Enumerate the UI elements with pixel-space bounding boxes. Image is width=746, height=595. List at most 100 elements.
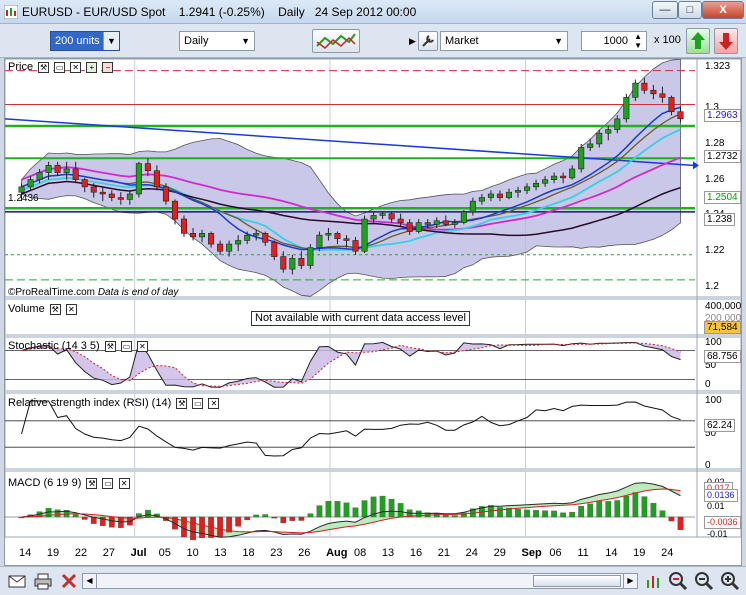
window-icon[interactable]: ▭ <box>120 340 132 352</box>
close-icon[interactable]: ✕ <box>208 397 220 409</box>
x-axis-tick: 24 <box>661 547 674 559</box>
close-button[interactable]: X <box>702 1 744 19</box>
minimize-button[interactable]: — <box>652 1 678 19</box>
price-axis-tick: 1.28 <box>705 137 725 149</box>
volume-axis-tick: 400,000 <box>705 301 742 312</box>
zoom-fit-icon[interactable] <box>668 571 688 591</box>
scrollbar-thumb[interactable] <box>533 575 621 587</box>
wrench-icon[interactable] <box>418 31 438 51</box>
watermark: ©ProRealTime.com Data is end of day <box>8 287 178 298</box>
candle-body <box>524 186 531 191</box>
multiplier-label: x 100 <box>654 34 681 46</box>
candle-body <box>217 243 224 252</box>
indicators-button[interactable] <box>312 29 360 53</box>
mail-icon[interactable] <box>8 573 26 589</box>
wrench-icon[interactable]: ⚒ <box>86 477 98 489</box>
window-icon[interactable]: ▭ <box>192 397 204 409</box>
macd-histogram-bar <box>271 516 278 519</box>
candle-body <box>153 170 160 188</box>
candle-body <box>659 93 666 98</box>
stepper-arrows-icon[interactable]: ▲ ▼ <box>634 32 642 50</box>
chevron-down-icon: ▼ <box>554 36 563 46</box>
candle-body <box>641 82 648 91</box>
zoom-in-icon[interactable] <box>720 571 740 591</box>
candle-body <box>307 247 314 266</box>
macd-histogram-bar <box>325 501 332 518</box>
candle-body <box>623 97 630 120</box>
chart-settings-icon[interactable] <box>644 572 662 590</box>
close-icon[interactable]: ✕ <box>65 303 77 315</box>
timeframe-select[interactable]: Daily ▼ <box>179 31 255 51</box>
macd-histogram-bar <box>316 505 323 518</box>
indicator-series <box>5 341 695 541</box>
arrow-right-icon[interactable]: ▶ <box>409 36 416 47</box>
macd-histogram-bar <box>379 495 386 518</box>
macd-panel-label: MACD (6 19 9) <box>8 477 82 489</box>
candle-body <box>190 233 197 238</box>
x-axis-tick: 14 <box>605 547 618 559</box>
buy-button[interactable] <box>686 28 710 54</box>
price-axis-tick: 1.22 <box>705 245 725 257</box>
print-icon[interactable] <box>34 572 52 590</box>
window-icon[interactable]: ▭ <box>54 61 66 73</box>
wrench-icon[interactable]: ⚒ <box>104 340 116 352</box>
macd-histogram-bar <box>677 516 684 530</box>
macd-histogram-bar <box>569 511 576 518</box>
macd-histogram-bar <box>497 507 503 518</box>
horizontal-scrollbar[interactable]: ◀ ▶ <box>82 573 638 589</box>
candle-body <box>253 233 260 236</box>
x-axis-tick: 06 <box>549 547 562 559</box>
x-axis-tick: 23 <box>270 547 283 559</box>
x-axis-tick: 14 <box>19 547 32 559</box>
chevron-down-icon: ▼ <box>103 32 119 50</box>
scroll-left-icon[interactable]: ◀ <box>83 574 97 588</box>
candle-body <box>460 211 467 223</box>
x-axis-tick: 27 <box>102 547 115 559</box>
candle-body <box>415 222 422 232</box>
candle-body <box>478 197 485 202</box>
candle-body <box>388 213 395 220</box>
macd-histogram-bar <box>397 503 404 518</box>
candle-body <box>343 238 350 241</box>
candle-body <box>451 222 458 225</box>
sell-button[interactable] <box>714 28 738 54</box>
instrument-datetime: 24 Sep 2012 00:00 <box>314 5 417 19</box>
price-panel-label: Price <box>8 61 34 73</box>
chart-zigzag-icon <box>316 33 356 49</box>
delete-icon[interactable] <box>60 572 78 590</box>
wrench-icon[interactable]: ⚒ <box>49 303 61 315</box>
quantity-stepper[interactable]: 1000 ▲ ▼ <box>581 31 647 51</box>
timeframe-value: Daily <box>184 35 209 47</box>
candle-body <box>632 82 639 98</box>
price-value-tag: 1.2963 <box>704 108 741 122</box>
macd-histogram-bar <box>623 495 630 518</box>
wrench-icon[interactable]: ⚒ <box>176 397 188 409</box>
window-icon[interactable]: ▭ <box>102 477 114 489</box>
scroll-right-icon[interactable]: ▶ <box>623 574 637 588</box>
wrench-icon[interactable]: ⚒ <box>38 61 50 73</box>
rsi-axis-tick: 100 <box>705 395 722 406</box>
stochastic-axis-tick: 100 <box>705 337 722 348</box>
close-icon[interactable]: ✕ <box>118 477 130 489</box>
order-type-select[interactable]: Market ▼ <box>440 31 568 51</box>
stochastic-axis-tick: 0 <box>705 379 711 390</box>
x-axis-tick: 29 <box>493 547 506 559</box>
price-axis-tick: 1.2 <box>705 281 719 292</box>
close-icon[interactable]: ✕ <box>136 340 148 352</box>
close-icon[interactable]: ✕ <box>70 61 82 73</box>
macd-histogram-bar <box>298 516 305 521</box>
zoom-out-icon[interactable]: − <box>102 61 114 73</box>
zoom-in-icon[interactable]: + <box>86 61 98 73</box>
macd-histogram-bar <box>54 509 61 518</box>
candle-body <box>433 220 440 225</box>
macd-histogram-bar <box>632 492 639 518</box>
maximize-button[interactable]: □ <box>678 1 702 19</box>
x-axis-tick: 22 <box>74 547 88 559</box>
candle-body <box>424 222 431 225</box>
zoom-out-icon[interactable] <box>694 571 714 591</box>
units-select[interactable]: 200 units ▼ <box>50 31 120 51</box>
stochastic-panel-header: Stochastic (14 3 5) ⚒ ▭ ✕ <box>8 340 148 352</box>
candle-body <box>560 175 567 179</box>
candle-body <box>244 234 251 241</box>
candle-body <box>496 193 503 198</box>
